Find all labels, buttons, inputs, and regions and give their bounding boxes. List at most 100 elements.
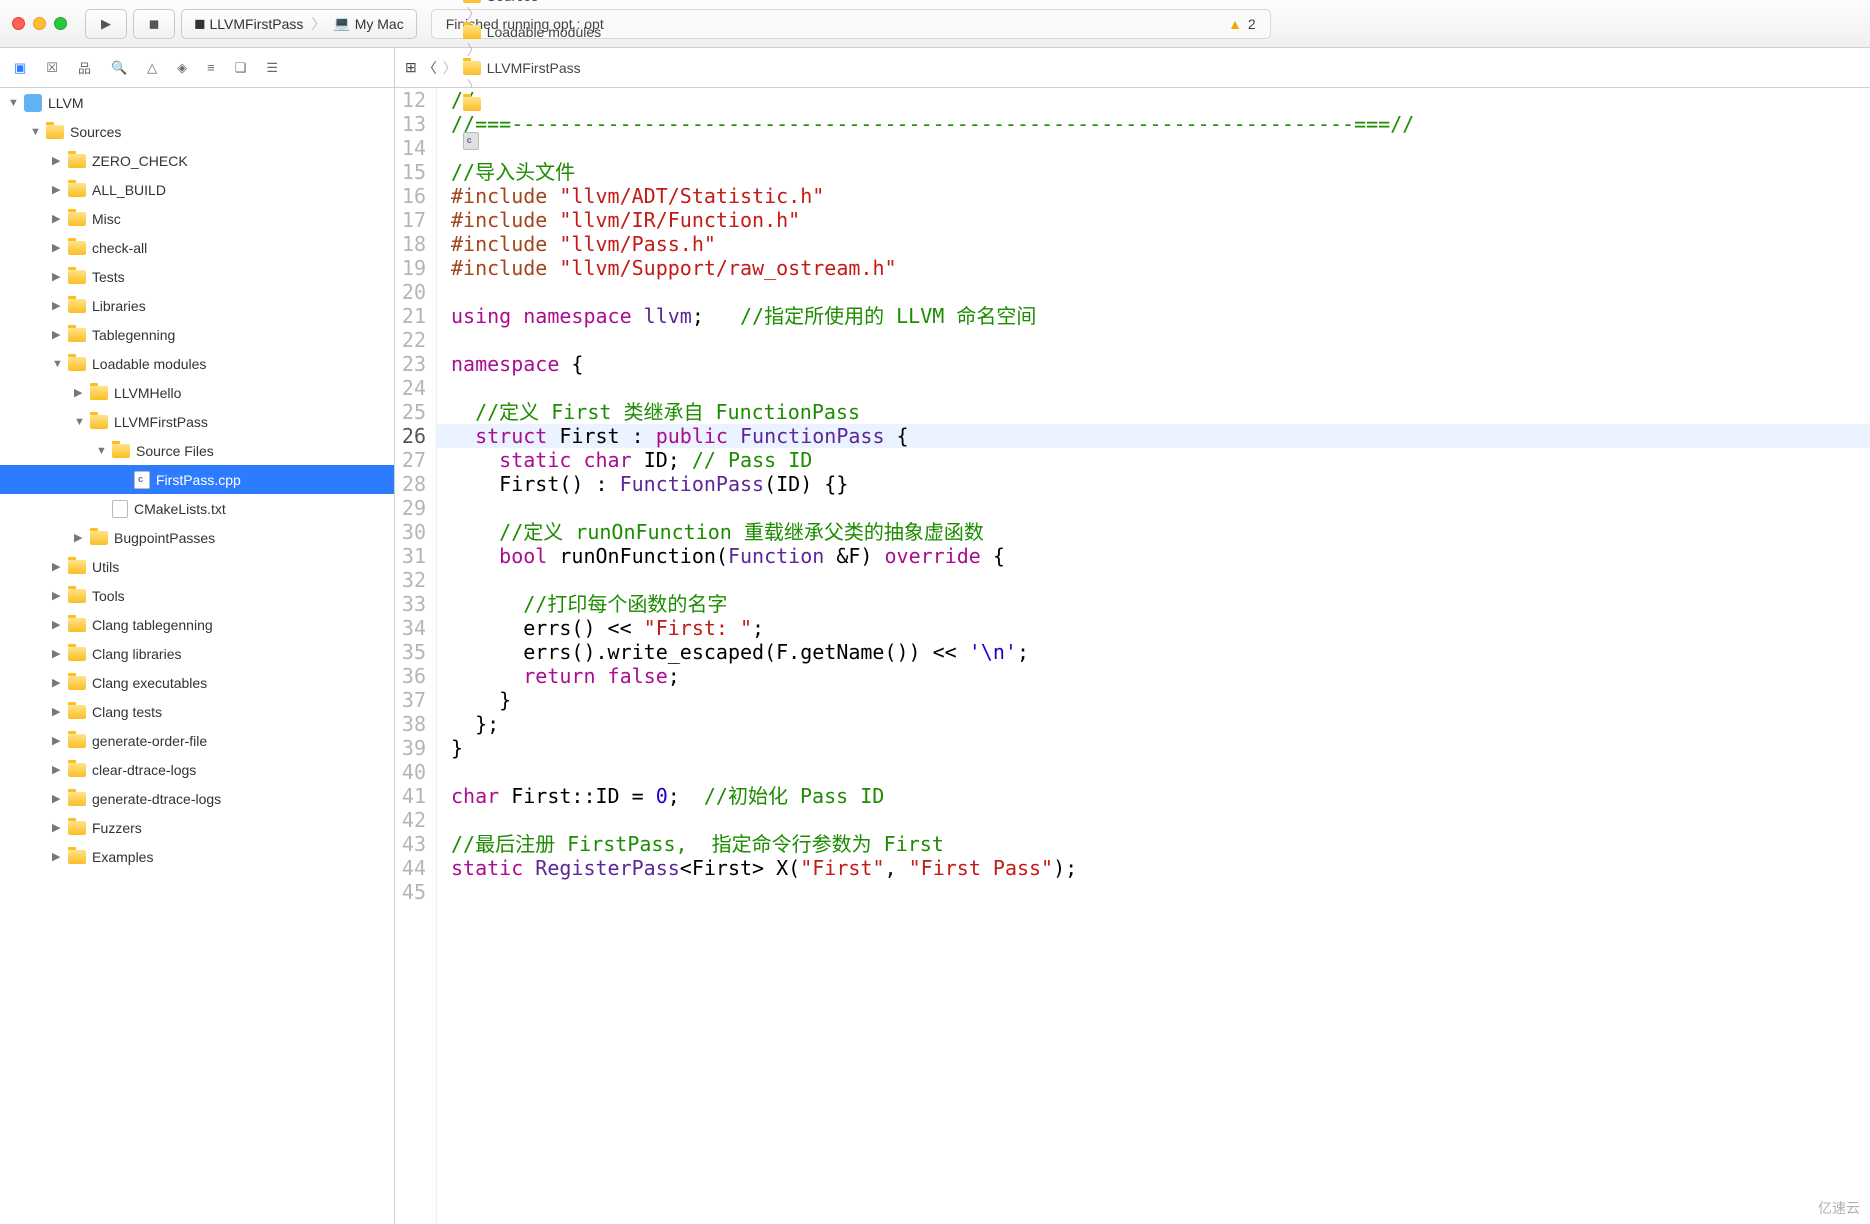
test-navigator-icon[interactable]: ◈	[177, 60, 187, 76]
code-line[interactable]: bool runOnFunction(Function &F) override…	[451, 544, 1870, 568]
minimize-icon[interactable]	[33, 17, 46, 30]
tree-row-generate-order-file[interactable]: ▶generate-order-file	[0, 726, 394, 755]
related-items-icon[interactable]: ⊞	[405, 59, 417, 76]
code-line[interactable]: #include "llvm/Pass.h"	[451, 232, 1870, 256]
code-line[interactable]: First() : FunctionPass(ID) {}	[451, 472, 1870, 496]
disclosure-open-icon[interactable]: ▼	[74, 416, 84, 428]
symbol-navigator-icon[interactable]: 品	[78, 58, 91, 77]
tree-row-clear-dtrace-logs[interactable]: ▶clear-dtrace-logs	[0, 755, 394, 784]
code-line[interactable]	[451, 808, 1870, 832]
code-line[interactable]: }	[451, 688, 1870, 712]
code-line[interactable]	[451, 760, 1870, 784]
tree-row-llvmfirstpass[interactable]: ▼LLVMFirstPass	[0, 407, 394, 436]
tree-row-check-all[interactable]: ▶check-all	[0, 233, 394, 262]
tree-row-fuzzers[interactable]: ▶Fuzzers	[0, 813, 394, 842]
code-line[interactable]: using namespace llvm; //指定所使用的 LLVM 命名空间	[451, 304, 1870, 328]
code-line[interactable]	[451, 328, 1870, 352]
code-line[interactable]	[451, 496, 1870, 520]
disclosure-open-icon[interactable]: ▼	[30, 126, 40, 138]
tree-row-all-build[interactable]: ▶ALL_BUILD	[0, 175, 394, 204]
disclosure-closed-icon[interactable]: ▶	[52, 299, 62, 312]
breakpoint-navigator-icon[interactable]: ❏	[235, 60, 247, 76]
code-line[interactable]: struct First : public FunctionPass {	[437, 424, 1870, 448]
stop-button[interactable]: ◼	[133, 9, 175, 39]
tree-row-generate-dtrace-logs[interactable]: ▶generate-dtrace-logs	[0, 784, 394, 813]
source-control-icon[interactable]: ☒	[46, 60, 58, 76]
tree-row-firstpass-cpp[interactable]: FirstPass.cpp	[0, 465, 394, 494]
disclosure-closed-icon[interactable]: ▶	[52, 560, 62, 573]
code-editor[interactable]: 1213141516171819202122232425262728293031…	[395, 88, 1870, 1224]
code-line[interactable]: };	[451, 712, 1870, 736]
code-line[interactable]: static RegisterPass<First> X("First", "F…	[451, 856, 1870, 880]
tree-row-utils[interactable]: ▶Utils	[0, 552, 394, 581]
tree-row-examples[interactable]: ▶Examples	[0, 842, 394, 871]
disclosure-open-icon[interactable]: ▼	[52, 358, 62, 370]
code-line[interactable]: errs().write_escaped(F.getName()) << '\n…	[451, 640, 1870, 664]
tree-row-cmakelists-txt[interactable]: CMakeLists.txt	[0, 494, 394, 523]
disclosure-closed-icon[interactable]: ▶	[52, 212, 62, 225]
tree-row-tablegenning[interactable]: ▶Tablegenning	[0, 320, 394, 349]
code-line[interactable]: #include "llvm/IR/Function.h"	[451, 208, 1870, 232]
tree-row-clang-libraries[interactable]: ▶Clang libraries	[0, 639, 394, 668]
scheme-selector[interactable]: ◼ LLVMFirstPass 〉 💻 My Mac	[181, 9, 417, 39]
project-navigator[interactable]: ▼LLVM▼Sources▶ZERO_CHECK▶ALL_BUILD▶Misc▶…	[0, 88, 395, 1224]
code-line[interactable]: return false;	[451, 664, 1870, 688]
code-line[interactable]: #include "llvm/Support/raw_ostream.h"	[451, 256, 1870, 280]
code-line[interactable]: static char ID; // Pass ID	[451, 448, 1870, 472]
tree-row-bugpointpasses[interactable]: ▶BugpointPasses	[0, 523, 394, 552]
find-navigator-icon[interactable]: 🔍	[111, 60, 127, 76]
disclosure-closed-icon[interactable]: ▶	[52, 328, 62, 341]
code-line[interactable]: //定义 runOnFunction 重载继承父类的抽象虚函数	[451, 520, 1870, 544]
disclosure-closed-icon[interactable]: ▶	[74, 386, 84, 399]
issue-navigator-icon[interactable]: △	[147, 60, 157, 76]
code-line[interactable]: //===-----------------------------------…	[451, 112, 1870, 136]
disclosure-closed-icon[interactable]: ▶	[52, 154, 62, 167]
code-line[interactable]: namespace {	[451, 352, 1870, 376]
breadcrumb-item[interactable]: Loadable modules	[463, 24, 601, 40]
tree-row-tools[interactable]: ▶Tools	[0, 581, 394, 610]
report-navigator-icon[interactable]: ☰	[266, 60, 278, 76]
tree-row-clang-tests[interactable]: ▶Clang tests	[0, 697, 394, 726]
disclosure-closed-icon[interactable]: ▶	[52, 589, 62, 602]
code-line[interactable]: char First::ID = 0; //初始化 Pass ID	[451, 784, 1870, 808]
code-line[interactable]: }	[451, 736, 1870, 760]
disclosure-closed-icon[interactable]: ▶	[52, 821, 62, 834]
code-line[interactable]: errs() << "First: ";	[451, 616, 1870, 640]
disclosure-closed-icon[interactable]: ▶	[52, 647, 62, 660]
tree-row-clang-executables[interactable]: ▶Clang executables	[0, 668, 394, 697]
disclosure-closed-icon[interactable]: ▶	[52, 705, 62, 718]
tree-row-zero-check[interactable]: ▶ZERO_CHECK	[0, 146, 394, 175]
disclosure-closed-icon[interactable]: ▶	[52, 241, 62, 254]
code-line[interactable]: //	[451, 88, 1870, 112]
go-back-icon[interactable]: 〈	[423, 58, 437, 78]
warning-icon[interactable]: ▲	[1228, 16, 1242, 32]
tree-row-sources[interactable]: ▼Sources	[0, 117, 394, 146]
disclosure-closed-icon[interactable]: ▶	[52, 792, 62, 805]
breadcrumb-item[interactable]: Sources	[463, 0, 601, 4]
code-line[interactable]	[451, 880, 1870, 904]
tree-row-clang-tablegenning[interactable]: ▶Clang tablegenning	[0, 610, 394, 639]
tree-row-llvmhello[interactable]: ▶LLVMHello	[0, 378, 394, 407]
disclosure-closed-icon[interactable]: ▶	[52, 763, 62, 776]
tree-row-libraries[interactable]: ▶Libraries	[0, 291, 394, 320]
breadcrumb-item[interactable]: LLVMFirstPass	[463, 60, 601, 76]
code-line[interactable]	[451, 376, 1870, 400]
tree-row-source-files[interactable]: ▼Source Files	[0, 436, 394, 465]
disclosure-closed-icon[interactable]: ▶	[52, 850, 62, 863]
disclosure-closed-icon[interactable]: ▶	[52, 183, 62, 196]
disclosure-open-icon[interactable]: ▼	[96, 445, 106, 457]
code-line[interactable]: //打印每个函数的名字	[451, 592, 1870, 616]
disclosure-closed-icon[interactable]: ▶	[52, 270, 62, 283]
tree-row-llvm[interactable]: ▼LLVM	[0, 88, 394, 117]
code-line[interactable]: //最后注册 FirstPass, 指定命令行参数为 First	[451, 832, 1870, 856]
debug-navigator-icon[interactable]: ≡	[207, 60, 215, 75]
disclosure-closed-icon[interactable]: ▶	[74, 531, 84, 544]
disclosure-closed-icon[interactable]: ▶	[52, 618, 62, 631]
zoom-icon[interactable]	[54, 17, 67, 30]
code-line[interactable]	[451, 136, 1870, 160]
tree-row-loadable-modules[interactable]: ▼Loadable modules	[0, 349, 394, 378]
close-icon[interactable]	[12, 17, 25, 30]
code-line[interactable]	[451, 280, 1870, 304]
go-forward-icon[interactable]: 〉	[443, 58, 457, 78]
tree-row-misc[interactable]: ▶Misc	[0, 204, 394, 233]
